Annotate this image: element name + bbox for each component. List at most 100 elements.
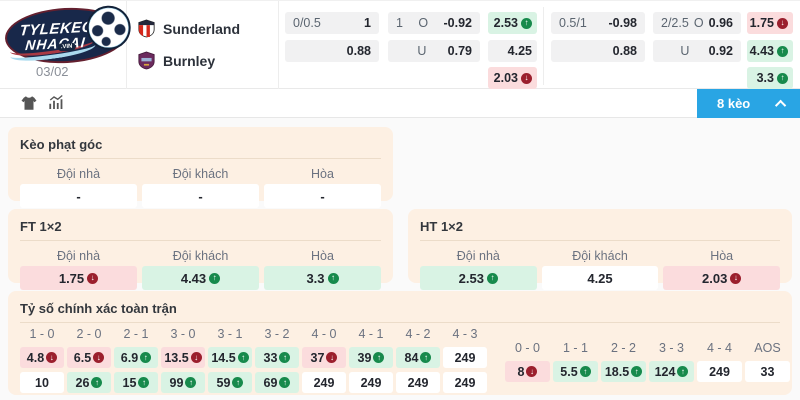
ou2-odds-over[interactable]: 2/2.5 O 0.96: [653, 12, 741, 34]
divider: [278, 1, 279, 89]
score-odds-cell[interactable]: 84: [396, 347, 440, 368]
corner-home-cell[interactable]: -: [20, 184, 137, 208]
trend-up-icon: [777, 73, 788, 84]
score-odds-cell[interactable]: 33: [255, 347, 299, 368]
ht-away-cell[interactable]: 4.25: [542, 266, 659, 290]
score-odds-cell[interactable]: 69: [255, 372, 299, 393]
score-odds-cell[interactable]: 18.5: [601, 361, 646, 382]
score-odds-cell[interactable]: 59: [208, 372, 252, 393]
divider: [543, 7, 544, 85]
score-odds-cell[interactable]: 6.5: [67, 347, 111, 368]
trend-up-icon: [140, 352, 151, 363]
ft-1x2-section: FT 1×2 Đội nhà 1.75 Đội khách 4.43 Hòa 3…: [8, 209, 393, 283]
score-column: 1 - 0 4.8 10: [20, 326, 64, 393]
ft-home-cell[interactable]: 1.75: [20, 266, 137, 290]
jersey-icon[interactable]: [20, 94, 38, 112]
trend-down-icon: [87, 273, 98, 284]
ft-draw-cell[interactable]: 3.3: [264, 266, 381, 290]
match-date: 03/02: [36, 64, 69, 79]
keo-count-label: 8 kèo: [717, 96, 750, 111]
hdp-odds-home[interactable]: 0/0.5 1: [285, 12, 379, 34]
score-column: 4 - 4 249: [697, 340, 742, 393]
ou-odds-under[interactable]: U 0.79: [388, 40, 480, 62]
score-odds-cell[interactable]: 4.8: [20, 347, 64, 368]
column-header-home: Đội nhà: [420, 246, 537, 266]
section-title: Kèo phạt góc: [20, 137, 381, 159]
corner-draw-cell[interactable]: -: [264, 184, 381, 208]
score-odds-cell[interactable]: 124: [649, 361, 694, 382]
corner-away-cell[interactable]: -: [142, 184, 259, 208]
score-draw-grid: 0 - 0 8 1 - 1 5.5 2 - 2 18.5 3 - 3 124 4…: [505, 340, 790, 393]
column-header-away: Đội khách: [542, 246, 659, 266]
column-header-draw: Hòa: [663, 246, 780, 266]
trend-up-icon: [487, 273, 498, 284]
column-header-home: Đội nhà: [20, 246, 137, 266]
trend-down-icon: [46, 352, 57, 363]
trend-up-icon: [209, 273, 220, 284]
score-odds-cell[interactable]: 249: [302, 372, 346, 393]
logo-badge: .VIN: [58, 43, 76, 52]
score-column: 4 - 1 39 249: [349, 326, 393, 393]
score-odds-cell[interactable]: 249: [443, 372, 487, 393]
score-odds-cell[interactable]: 33: [745, 361, 790, 382]
x12-odds-away[interactable]: 4.25: [488, 40, 537, 62]
score-odds-cell[interactable]: 15: [114, 372, 158, 393]
trend-up-icon: [185, 377, 196, 388]
chevron-up-icon: [775, 99, 786, 110]
corner-odds-section: Kèo phạt góc Đội nhà - Đội khách - Hòa -: [8, 127, 393, 201]
trend-down-icon: [730, 273, 741, 284]
score-odds-cell[interactable]: 249: [396, 372, 440, 393]
score-odds-cell[interactable]: 26: [67, 372, 111, 393]
hdp2-odds-home[interactable]: 0.5/1 -0.98: [551, 12, 645, 34]
hdp2-odds-away[interactable]: 0.88: [551, 40, 645, 62]
x12-2-odds-home[interactable]: 1.75: [747, 12, 793, 34]
trend-up-icon: [91, 377, 102, 388]
x12-2-odds-draw[interactable]: 3.3: [747, 67, 793, 89]
score-column: 3 - 2 33 69: [255, 326, 299, 393]
stats-chart-icon[interactable]: [48, 94, 66, 112]
score-odds-cell[interactable]: 249: [443, 347, 487, 368]
trend-up-icon: [677, 366, 688, 377]
trend-down-icon: [521, 73, 532, 84]
score-odds-cell[interactable]: 5.5: [553, 361, 598, 382]
score-odds-cell[interactable]: 14.5: [208, 347, 252, 368]
score-column: 4 - 2 84 249: [396, 326, 440, 393]
score-column: AOS 33: [745, 340, 790, 393]
ht-draw-cell[interactable]: 2.03: [663, 266, 780, 290]
x12-odds-home[interactable]: 2.53: [488, 12, 537, 34]
ou2-odds-under[interactable]: U 0.92: [653, 40, 741, 62]
hdp-odds-away[interactable]: 0.88: [285, 40, 379, 62]
score-odds-cell[interactable]: 99: [161, 372, 205, 393]
trend-up-icon: [631, 366, 642, 377]
score-odds-cell[interactable]: 39: [349, 347, 393, 368]
x12-2-odds-away[interactable]: 4.43: [747, 40, 793, 62]
score-column: 2 - 1 6.9 15: [114, 326, 158, 393]
score-odds-cell[interactable]: 37: [302, 347, 346, 368]
score-column: 4 - 0 37 249: [302, 326, 346, 393]
trend-down-icon: [93, 352, 104, 363]
ht-home-cell[interactable]: 2.53: [420, 266, 537, 290]
trend-up-icon: [420, 352, 431, 363]
score-odds-cell[interactable]: 249: [697, 361, 742, 382]
x12-odds-draw[interactable]: 2.03: [488, 67, 537, 89]
away-team: Burnley: [138, 51, 215, 70]
score-odds-cell[interactable]: 13.5: [161, 347, 205, 368]
score-odds-cell[interactable]: 8: [505, 361, 550, 382]
trend-up-icon: [373, 352, 384, 363]
score-odds-cell[interactable]: 10: [20, 372, 64, 393]
ft-away-cell[interactable]: 4.43: [142, 266, 259, 290]
column-header-home: Đội nhà: [20, 164, 137, 184]
trend-down-icon: [777, 18, 788, 29]
score-odds-cell[interactable]: 249: [349, 372, 393, 393]
score-column: 3 - 3 124: [649, 340, 694, 393]
trend-down-icon: [191, 352, 202, 363]
score-column: 4 - 3 249 249: [443, 326, 487, 393]
trend-up-icon: [238, 352, 249, 363]
score-column: 2 - 0 6.5 26: [67, 326, 111, 393]
ou-odds-over[interactable]: 1 O -0.92: [388, 12, 480, 34]
site-logo-text: TYLEKEO NHACAI: [18, 19, 95, 52]
keo-count-button[interactable]: 8 kèo: [697, 89, 800, 118]
trend-up-icon: [328, 273, 339, 284]
score-odds-cell[interactable]: 6.9: [114, 347, 158, 368]
trend-up-icon: [138, 377, 149, 388]
